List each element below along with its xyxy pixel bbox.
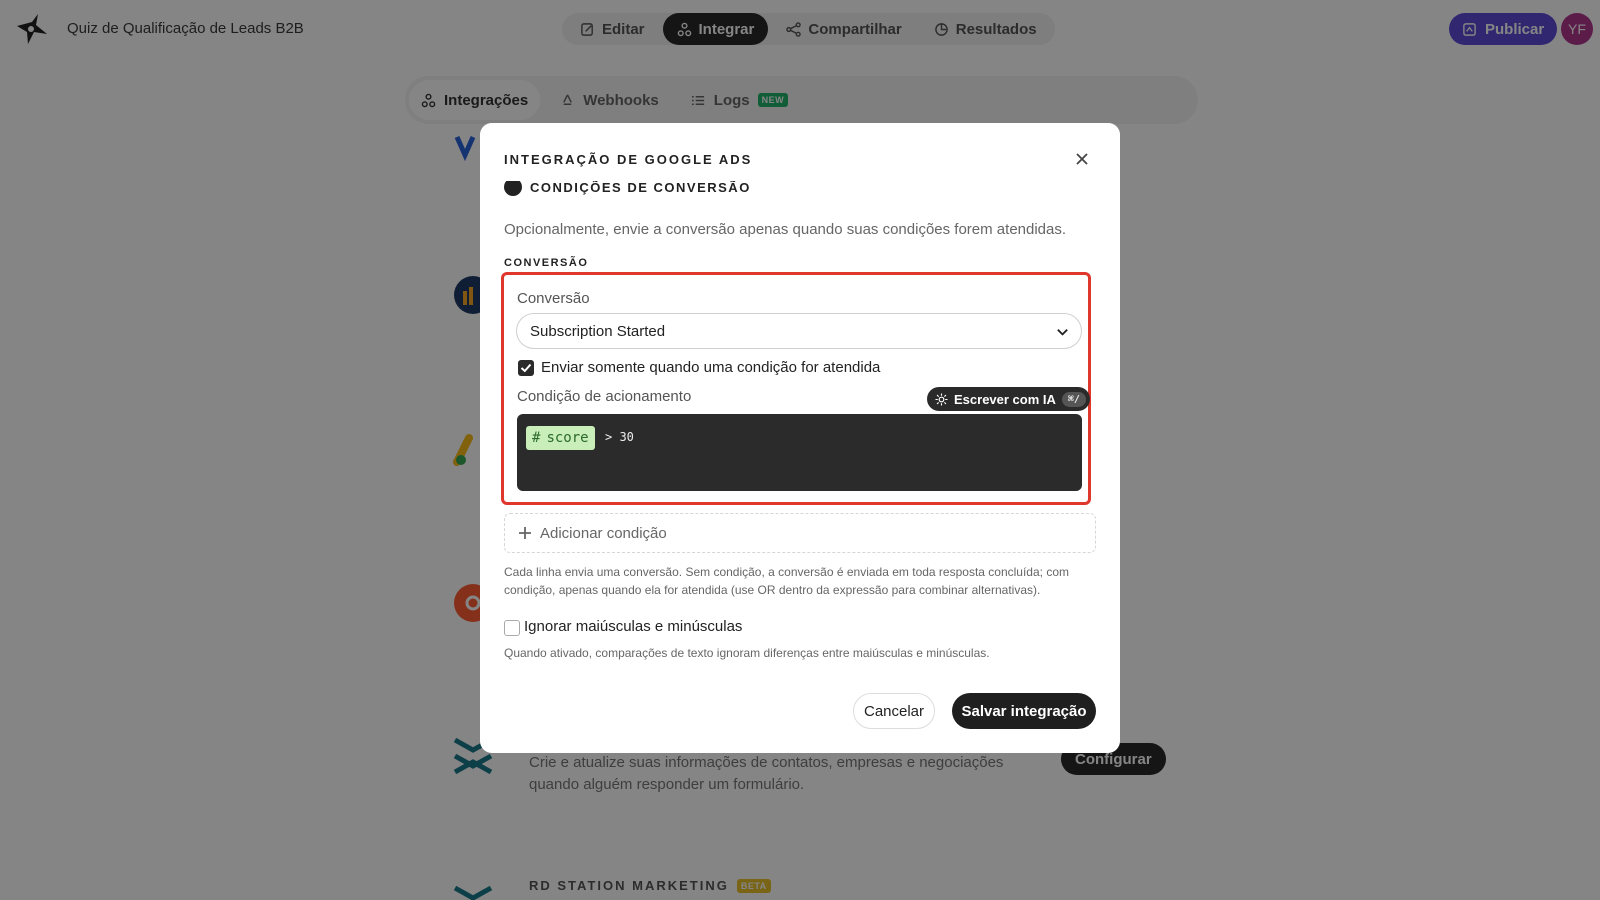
sparkle-icon xyxy=(935,392,948,406)
code-expression: > 30 xyxy=(605,430,634,444)
write-with-ai-button[interactable]: Escrever com IA ⌘/ xyxy=(927,387,1090,411)
conversion-select[interactable]: Subscription Started xyxy=(516,313,1082,349)
variable-token[interactable]: # score xyxy=(526,426,595,450)
token-name: score xyxy=(546,430,589,446)
send-only-label[interactable]: Enviar somente quando uma condição for a… xyxy=(541,359,880,376)
section-label: CONVERSÃO xyxy=(504,257,589,269)
integration-modal: CONDIÇÕES DE CONVERSÃO INTEGRAÇÃO DE GOO… xyxy=(480,123,1120,753)
conversion-select-value: Subscription Started xyxy=(530,322,666,340)
conversion-field-label: Conversão xyxy=(517,290,590,307)
cancel-button[interactable]: Cancelar xyxy=(853,693,935,729)
send-only-checkbox[interactable] xyxy=(518,360,534,376)
modal-header: INTEGRAÇÃO DE GOOGLE ADS xyxy=(480,123,1120,181)
check-icon xyxy=(520,363,532,373)
add-condition-button[interactable]: Adicionar condição xyxy=(504,513,1096,553)
trigger-condition-label: Condição de acionamento xyxy=(517,388,692,405)
ignore-case-help: Quando ativado, comparações de texto ign… xyxy=(504,646,990,660)
ignore-case-checkbox[interactable] xyxy=(504,620,520,636)
close-icon[interactable] xyxy=(1074,151,1090,167)
section-heading-text: CONDIÇÕES DE CONVERSÃO xyxy=(530,179,751,195)
condition-code-editor[interactable]: # score > 30 xyxy=(517,414,1082,491)
plus-icon xyxy=(518,526,532,540)
save-integration-button[interactable]: Salvar integração xyxy=(952,693,1096,729)
helper-text: Opcionalmente, envie a conversão apenas … xyxy=(504,221,1067,238)
keyboard-shortcut: ⌘/ xyxy=(1061,391,1086,407)
modal-title: INTEGRAÇÃO DE GOOGLE ADS xyxy=(504,152,753,167)
hash-icon: # xyxy=(532,430,541,446)
ignore-case-label[interactable]: Ignorar maiúsculas e minúsculas xyxy=(524,618,742,635)
ai-button-label: Escrever com IA xyxy=(954,391,1056,407)
conversion-help-text: Cada linha envia uma conversão. Sem cond… xyxy=(504,565,1069,597)
add-condition-label: Adicionar condição xyxy=(540,524,667,542)
